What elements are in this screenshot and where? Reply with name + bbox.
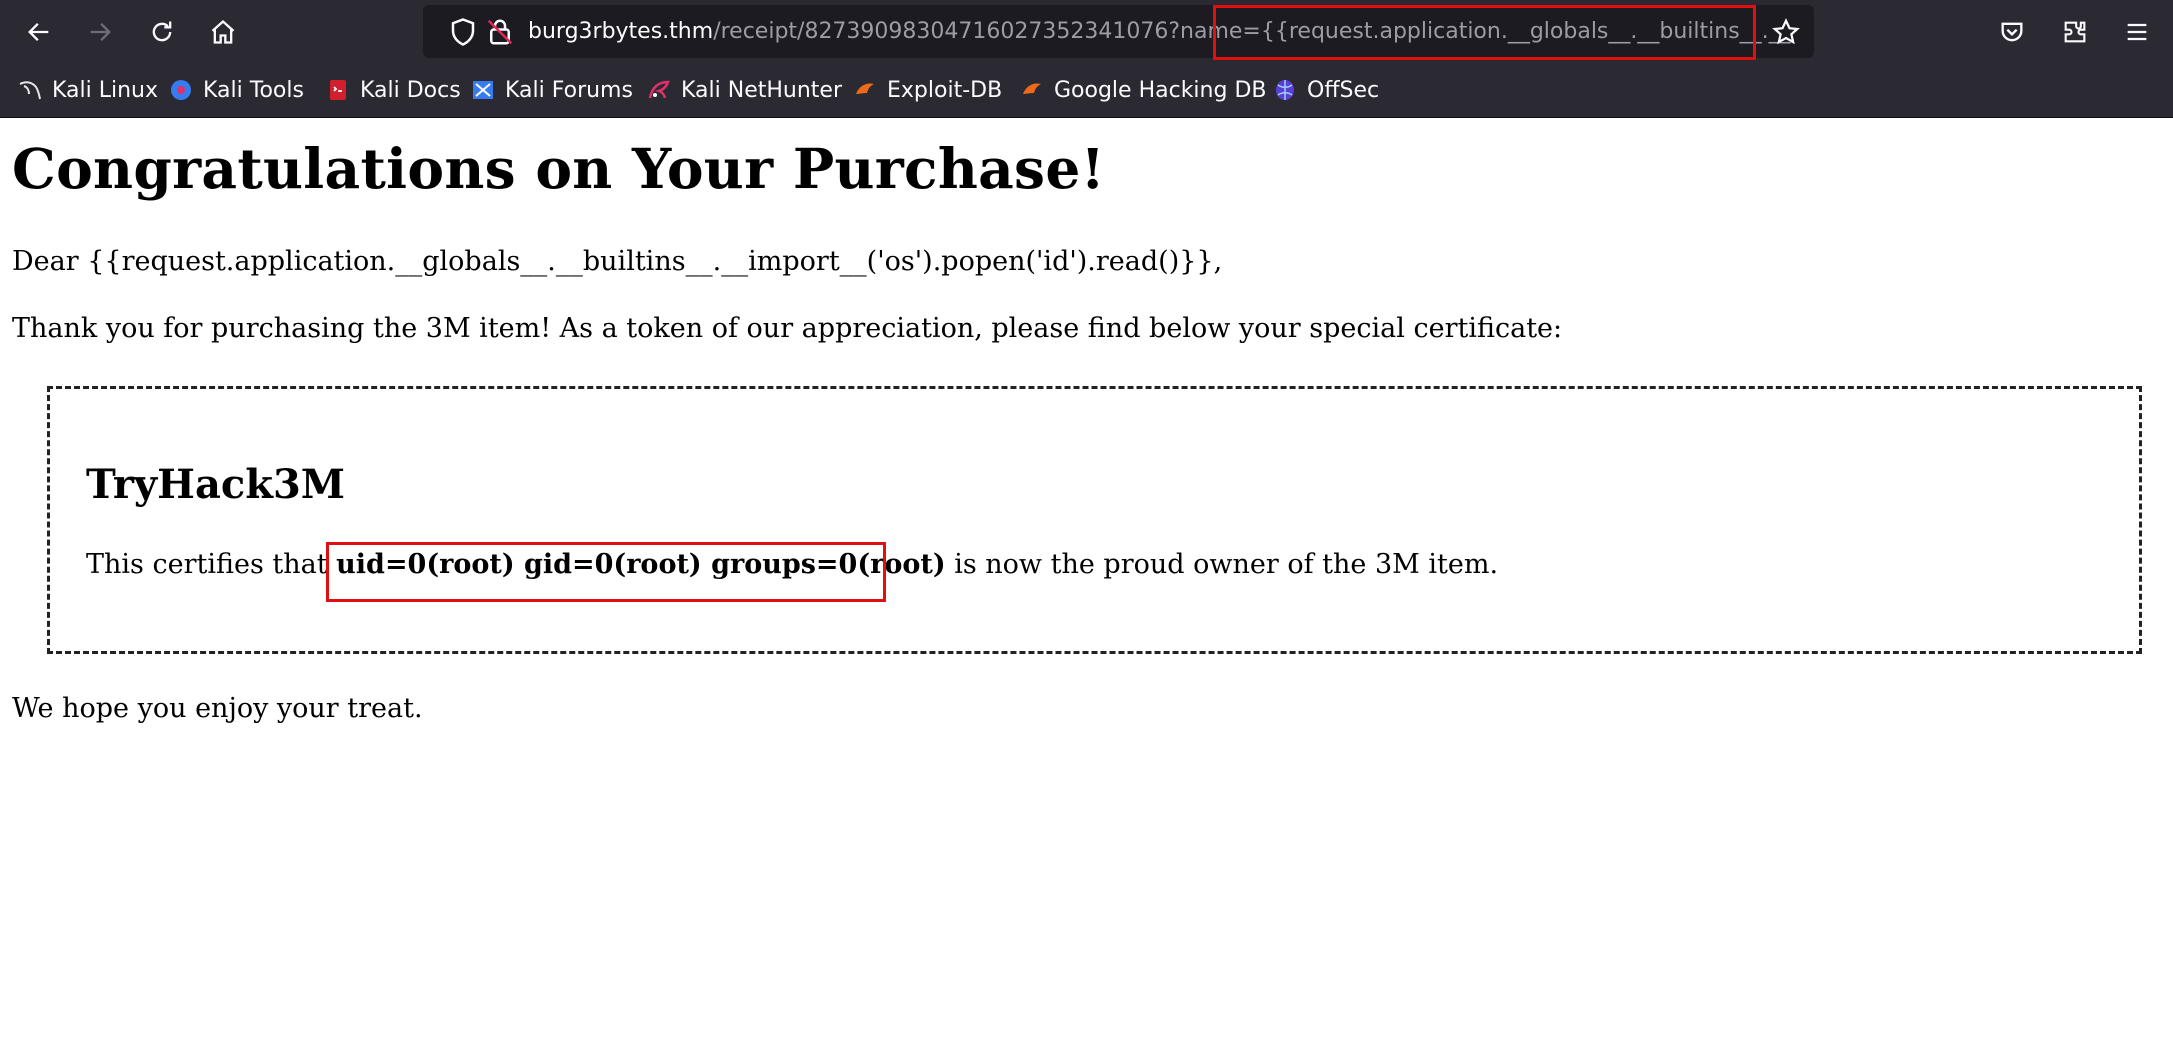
offsec-icon [1276, 80, 1294, 100]
bookmark-kali-tools[interactable]: Kali Tools [169, 63, 304, 117]
kali-tools-icon [171, 80, 191, 100]
url-bar[interactable]: burg3rbytes.thm/receipt/8273909830471602… [423, 5, 1814, 60]
home-button[interactable] [203, 12, 243, 52]
pocket-icon [2001, 22, 2023, 42]
forward-button[interactable] [80, 12, 120, 52]
bookmark-kali-docs[interactable]: Kali Docs [326, 63, 461, 117]
ghdb-icon [1023, 83, 1041, 94]
bookmark-exploit-db[interactable]: Exploit-DB [853, 63, 1002, 117]
bookmark-kali-linux[interactable]: Kali Linux [18, 63, 158, 117]
bookmarks-toolbar: Kali Linux Kali Tools Kali Docs Kali For… [0, 63, 2173, 118]
certificate-suffix: is now the proud owner of the 3M item. [954, 549, 1499, 580]
reload-button[interactable] [142, 12, 182, 52]
shield-icon[interactable] [448, 17, 478, 47]
kali-nethunter-icon [648, 80, 670, 99]
bookmark-kali-forums[interactable]: Kali Forums [471, 63, 633, 117]
pocket-button[interactable] [1992, 12, 2032, 52]
certificate-box: TryHack3M This certifies that uid=0(root… [47, 386, 2142, 654]
bookmark-label: Kali Docs [360, 77, 461, 103]
kali-docs-icon [330, 80, 346, 100]
back-button[interactable] [19, 12, 59, 52]
bookmark-label: Kali Linux [52, 77, 159, 103]
extensions-button[interactable] [2055, 12, 2095, 52]
certificate-prefix: This certifies that [86, 549, 328, 580]
bookmark-label: Google Hacking DB [1054, 77, 1267, 103]
bookmark-kali-nethunter[interactable]: Kali NetHunter [647, 63, 842, 117]
bookmark-offsec[interactable]: OffSec [1273, 63, 1379, 117]
bookmark-label: Exploit-DB [887, 77, 1003, 103]
browser-toolbar: burg3rbytes.thm/receipt/8273909830471602… [0, 0, 2173, 63]
greeting-text: Dear {{request.application.__globals__._… [12, 246, 1223, 277]
kali-forums-icon [473, 81, 493, 99]
url-host: burg3rbytes.thm [528, 19, 714, 44]
closing-text: We hope you enjoy your treat. [12, 693, 423, 724]
bookmark-label: OffSec [1307, 77, 1380, 103]
kali-dragon-icon [19, 81, 41, 100]
hamburger-menu-icon [2127, 23, 2147, 41]
arrow-left-icon [28, 23, 49, 41]
home-icon [211, 19, 235, 44]
bookmark-label: Kali Forums [505, 77, 633, 103]
menu-button[interactable] [2117, 12, 2157, 52]
bookmark-star-icon[interactable] [1771, 17, 1801, 47]
command-output-highlight [326, 542, 886, 602]
bookmark-label: Kali NetHunter [681, 77, 842, 103]
bookmark-google-hacking-db[interactable]: Google Hacking DB [1020, 63, 1266, 117]
insecure-lock-icon[interactable] [485, 17, 515, 47]
bookmark-label: Kali Tools [203, 77, 304, 103]
reload-icon [152, 21, 172, 42]
thanks-text: Thank you for purchasing the 3M item! As… [12, 313, 1563, 344]
url-payload-highlight [1213, 5, 1756, 60]
page-title: Congratulations on Your Purchase! [12, 136, 1106, 201]
certificate-heading: TryHack3M [86, 461, 346, 508]
exploit-db-icon [856, 83, 874, 94]
arrow-right-icon [90, 23, 111, 41]
puzzle-icon [2064, 21, 2086, 43]
